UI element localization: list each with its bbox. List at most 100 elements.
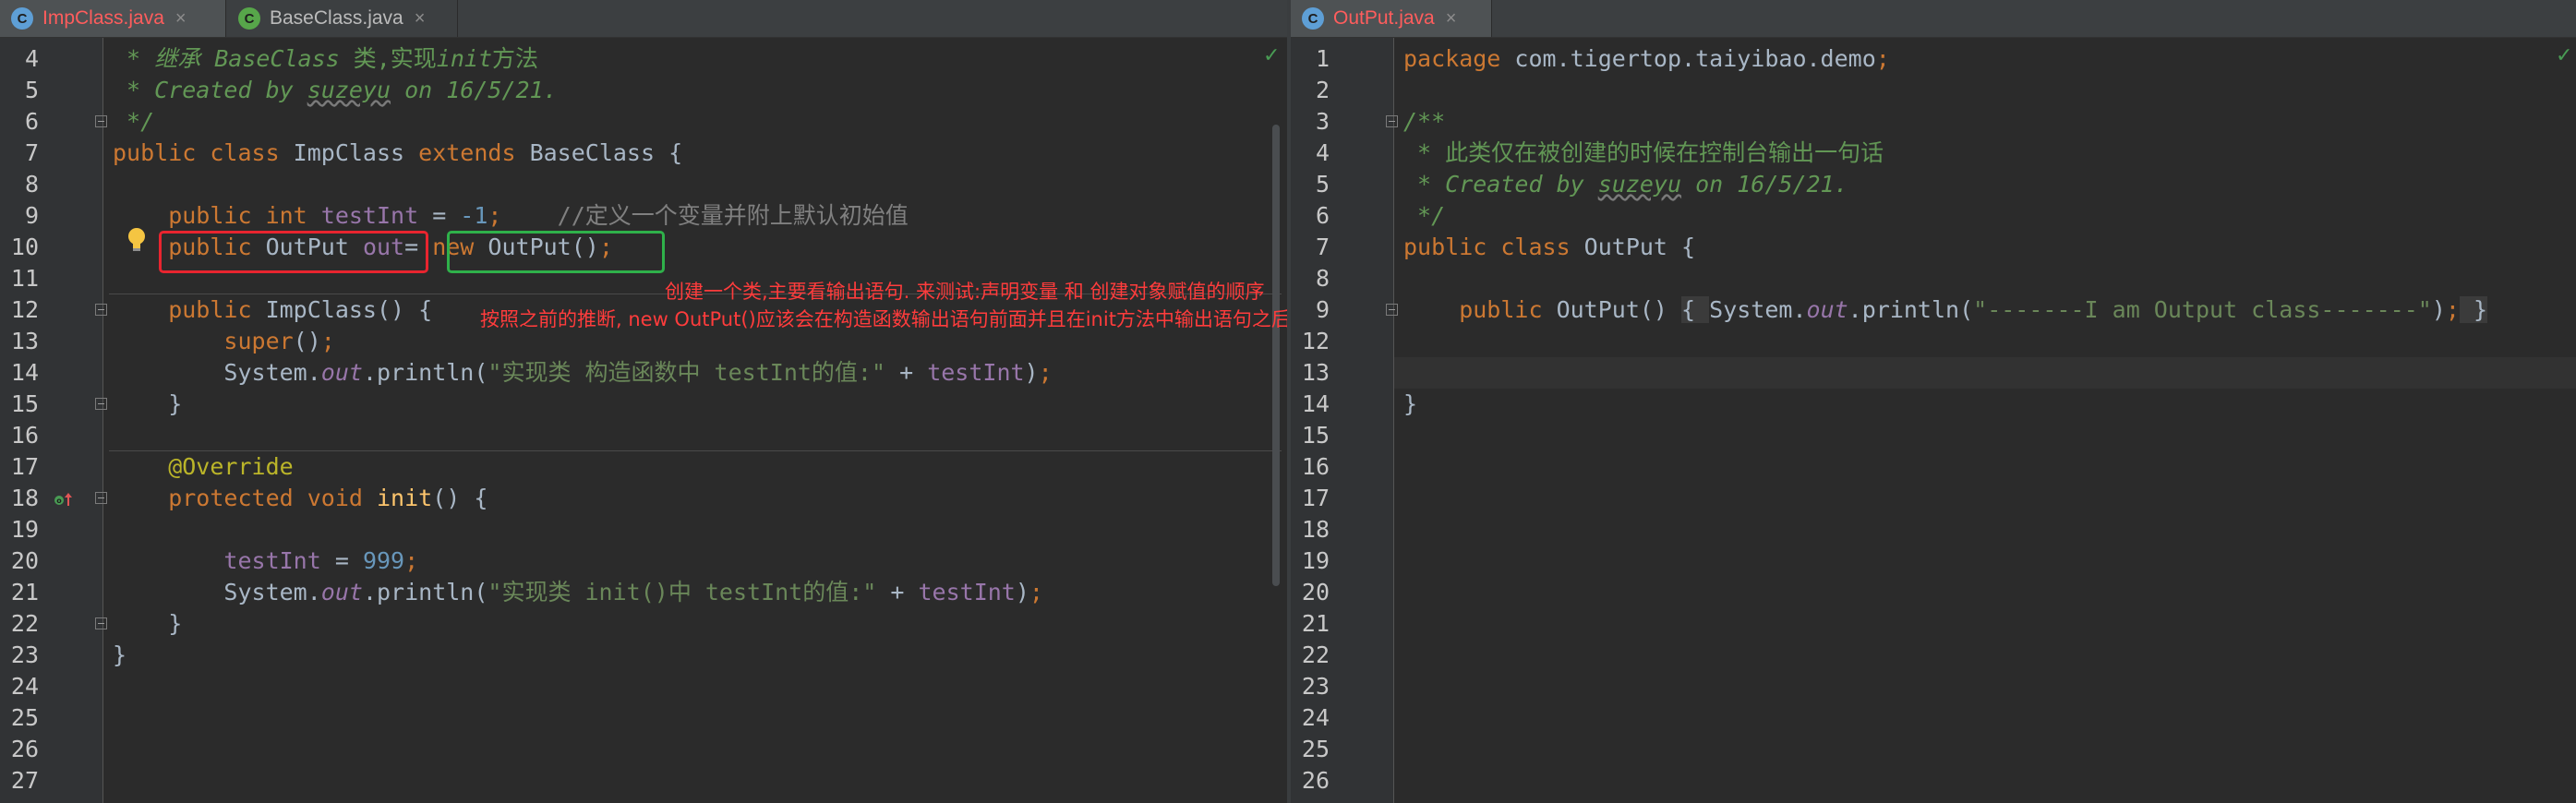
class-file-icon: C (11, 7, 33, 30)
fold-icon[interactable] (95, 115, 107, 127)
semicolon: ; (2445, 296, 2460, 323)
doc-comment: init (436, 45, 493, 72)
code-line[interactable]: */ (1403, 200, 1445, 232)
override-method-icon[interactable]: o (54, 490, 74, 509)
line-number: 6 (1315, 202, 1330, 229)
brace: } (113, 641, 127, 668)
semicolon: ; (1875, 45, 1890, 72)
class-name: ImpClass (293, 139, 419, 166)
static-field: out (320, 579, 363, 605)
field-name: testInt (927, 359, 1025, 386)
class-name: OutPut { (1583, 234, 1696, 260)
code-line[interactable]: public int testInt = -1; //定义一个变量并附上默认初始… (113, 200, 909, 232)
line-number: 12 (10, 296, 39, 323)
keyword: extends (418, 139, 530, 166)
green-highlight-box (447, 231, 665, 273)
vertical-scrollbar[interactable] (1272, 125, 1280, 586)
code-line[interactable]: } (113, 389, 182, 420)
operator: + (876, 579, 919, 605)
keyword: public (113, 296, 266, 323)
line-number: 9 (1315, 296, 1330, 323)
tab-baseclass[interactable]: C BaseClass.java × (227, 0, 458, 37)
code-line[interactable]: System.out.println("实现类 构造函数中 testInt的值:… (113, 357, 1052, 389)
line-number: 18 (1301, 516, 1330, 543)
close-icon[interactable]: × (415, 8, 426, 30)
semicolon: ; (404, 547, 419, 574)
fold-icon[interactable] (95, 304, 107, 316)
line-number: 14 (1301, 390, 1330, 417)
keyword: public class (113, 139, 294, 166)
code-line[interactable]: /** (1403, 106, 1445, 138)
line-number: 20 (10, 547, 39, 574)
doc-comment-author: suzeyu (1597, 171, 1682, 198)
line-number: 3 (1315, 108, 1330, 135)
svg-text:o: o (56, 497, 62, 505)
code-line[interactable]: testInt = 999; (113, 545, 418, 577)
fold-icon[interactable] (1386, 115, 1398, 127)
line-number: 22 (1301, 641, 1330, 668)
left-editor-pane[interactable]: C ImpClass.java × C BaseClass.java × 4 5… (0, 0, 1287, 803)
string-literal: "实现类 构造函数中 testInt的值:" (488, 359, 886, 386)
code-line[interactable]: public OutPut() { System.out.println("--… (1403, 294, 2488, 326)
string-literal: "-------I am Output class-------" (1973, 296, 2432, 323)
constructor-declaration: OutPut() (1556, 296, 1682, 323)
line-number: 8 (24, 171, 39, 198)
parens: () { (432, 485, 488, 511)
brace: } (113, 610, 183, 637)
code-line[interactable]: protected void init() { (113, 483, 488, 514)
line-number: 19 (10, 516, 39, 543)
line-number: 5 (24, 77, 39, 103)
line-number: 13 (1301, 359, 1330, 386)
code-line[interactable]: @Override (113, 451, 293, 483)
doc-comment: 方法 (492, 45, 539, 72)
code-line[interactable]: * 此类仅在被创建的时候在控制台输出一句话 (1403, 138, 1884, 169)
line-number: 4 (1315, 139, 1330, 166)
tab-output[interactable]: C OutPut.java × (1291, 0, 1492, 37)
identifier: System. (113, 359, 321, 386)
field-name: testInt (113, 547, 321, 574)
field-name: testInt (320, 202, 419, 229)
constructor-declaration: ImpClass() { (265, 296, 433, 323)
line-number: 27 (10, 767, 39, 794)
fold-icon[interactable] (95, 617, 107, 629)
code-line[interactable]: * Created by suzeyu on 16/5/21. (113, 75, 558, 106)
tab-impclass[interactable]: C ImpClass.java × (0, 0, 226, 37)
close-icon[interactable]: × (1446, 8, 1457, 30)
code-line[interactable]: } (113, 640, 126, 671)
line-number: 4 (24, 45, 39, 72)
line-number: 10 (10, 234, 39, 260)
line-number: 8 (1315, 265, 1330, 292)
code-line[interactable]: public class ImpClass extends BaseClass … (113, 138, 682, 169)
close-icon[interactable]: × (175, 8, 187, 30)
code-line[interactable]: System.out.println("实现类 init()中 testInt的… (113, 577, 1043, 608)
line-number: 7 (24, 139, 39, 166)
fold-icon[interactable] (1386, 304, 1398, 316)
code-line[interactable]: * 继承 BaseClass 类,实现init方法 (113, 43, 538, 75)
code-line[interactable]: } (1403, 389, 1417, 420)
code-line[interactable]: public class OutPut { (1403, 232, 1695, 263)
right-editor-pane[interactable]: C OutPut.java × 1 2 3 4 5 6 7 8 9 12 13 … (1291, 0, 2576, 803)
line-number: 26 (10, 736, 39, 762)
code-line[interactable]: */ (113, 106, 154, 138)
code-line[interactable]: public ImpClass() { (113, 294, 432, 326)
code-line[interactable]: } (113, 608, 182, 640)
method-call: .println( (362, 359, 488, 386)
line-number: 26 (1301, 767, 1330, 794)
doc-comment: BaseClass (214, 45, 340, 72)
line-number: 25 (10, 704, 39, 731)
static-field: out (1806, 296, 1848, 323)
line-number: 17 (1301, 485, 1330, 511)
code-line[interactable]: super(); (113, 326, 334, 357)
line-comment: //定义一个变量并附上默认初始值 (501, 202, 909, 229)
brace: { (1681, 296, 1710, 323)
class-name: BaseClass { (529, 139, 683, 166)
doc-comment: * Created by (1403, 171, 1598, 198)
code-line[interactable]: package com.tigertop.taiyibao.demo; (1403, 43, 1890, 75)
keyword: public int (113, 202, 321, 229)
fold-icon[interactable] (95, 492, 107, 504)
red-highlight-box (159, 231, 428, 273)
code-line[interactable]: * Created by suzeyu on 16/5/21. (1403, 169, 1848, 200)
annotation-text-line1: 创建一个类,主要看输出语句. 来测试:声明变量 和 创建对象赋值的顺序 (665, 281, 1265, 303)
fold-icon[interactable] (95, 398, 107, 410)
doc-comment: on 16/5/21. (1681, 171, 1848, 198)
